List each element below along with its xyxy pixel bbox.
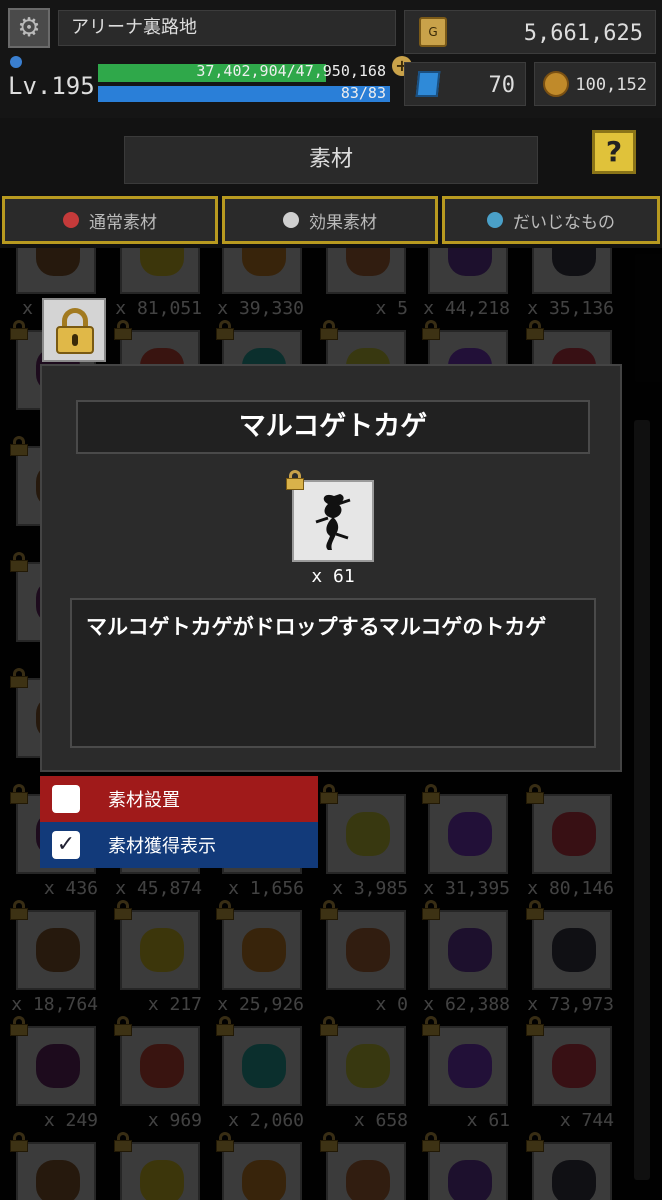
item-detail-dialog: マルコゲトカゲ x 61 マルコゲトカゲがドロップするマルコゲのトカゲ [40, 364, 622, 772]
coin-counter: 100,152 [534, 62, 656, 106]
page-title: 素材 [124, 136, 538, 184]
coin-value: 100,152 [575, 75, 647, 95]
page-header: 素材 ? [0, 118, 662, 194]
checkbox[interactable] [52, 785, 80, 813]
level-label: Lv.195 [8, 72, 95, 100]
help-button[interactable]: ? [592, 130, 636, 174]
item-image [292, 480, 374, 562]
item-description: マルコゲトカゲがドロップするマルコゲのトカゲ [70, 598, 596, 748]
category-tabs: 通常素材 効果素材 だいじなもの [0, 194, 662, 248]
status-bar: ⚙ アリーナ裏路地 G 5,661,625 Lv.195 37,402,904/… [0, 0, 662, 118]
keyhole [72, 334, 78, 346]
gem-counter: 70 [404, 62, 526, 106]
exp-text: 37,402,904/47,950,168 [196, 62, 386, 80]
lizard-icon [315, 494, 351, 550]
tab-label: 通常素材 [89, 212, 157, 233]
tab-label: 効果素材 [309, 212, 377, 233]
lock-icon [286, 470, 304, 492]
item-name: マルコゲトカゲ [76, 400, 590, 454]
bowl-icon [283, 212, 299, 228]
gem-icon [415, 71, 441, 97]
checkbox[interactable]: ✓ [52, 831, 80, 859]
tab-key-items[interactable]: だいじなもの [442, 196, 660, 244]
toggle-label: 素材獲得表示 [108, 836, 216, 857]
toggle-label: 素材設置 [108, 790, 180, 811]
location-label: アリーナ裏路地 [58, 10, 396, 46]
gold-value: 5,661,625 [523, 21, 643, 46]
item-count: x 61 [311, 566, 355, 587]
gear-icon[interactable]: ⚙ [8, 8, 50, 48]
tab-effect-materials[interactable]: 効果素材 [222, 196, 438, 244]
gold-counter: G 5,661,625 [404, 10, 656, 54]
show-acquisition-toggle[interactable]: ✓ 素材獲得表示 [40, 822, 318, 868]
cube-icon [487, 212, 503, 228]
gem-value: 70 [488, 73, 516, 98]
lock-toggle-button[interactable] [42, 298, 106, 362]
coin-icon [543, 71, 569, 97]
red-orb-icon [63, 212, 79, 228]
hp-text: 83/83 [340, 84, 386, 102]
gold-bag-icon: G [419, 17, 447, 47]
tab-label: だいじなもの [513, 212, 615, 233]
level-orb-icon [10, 56, 22, 68]
tab-normal-materials[interactable]: 通常素材 [2, 196, 218, 244]
place-material-toggle[interactable]: 素材設置 [40, 776, 318, 822]
